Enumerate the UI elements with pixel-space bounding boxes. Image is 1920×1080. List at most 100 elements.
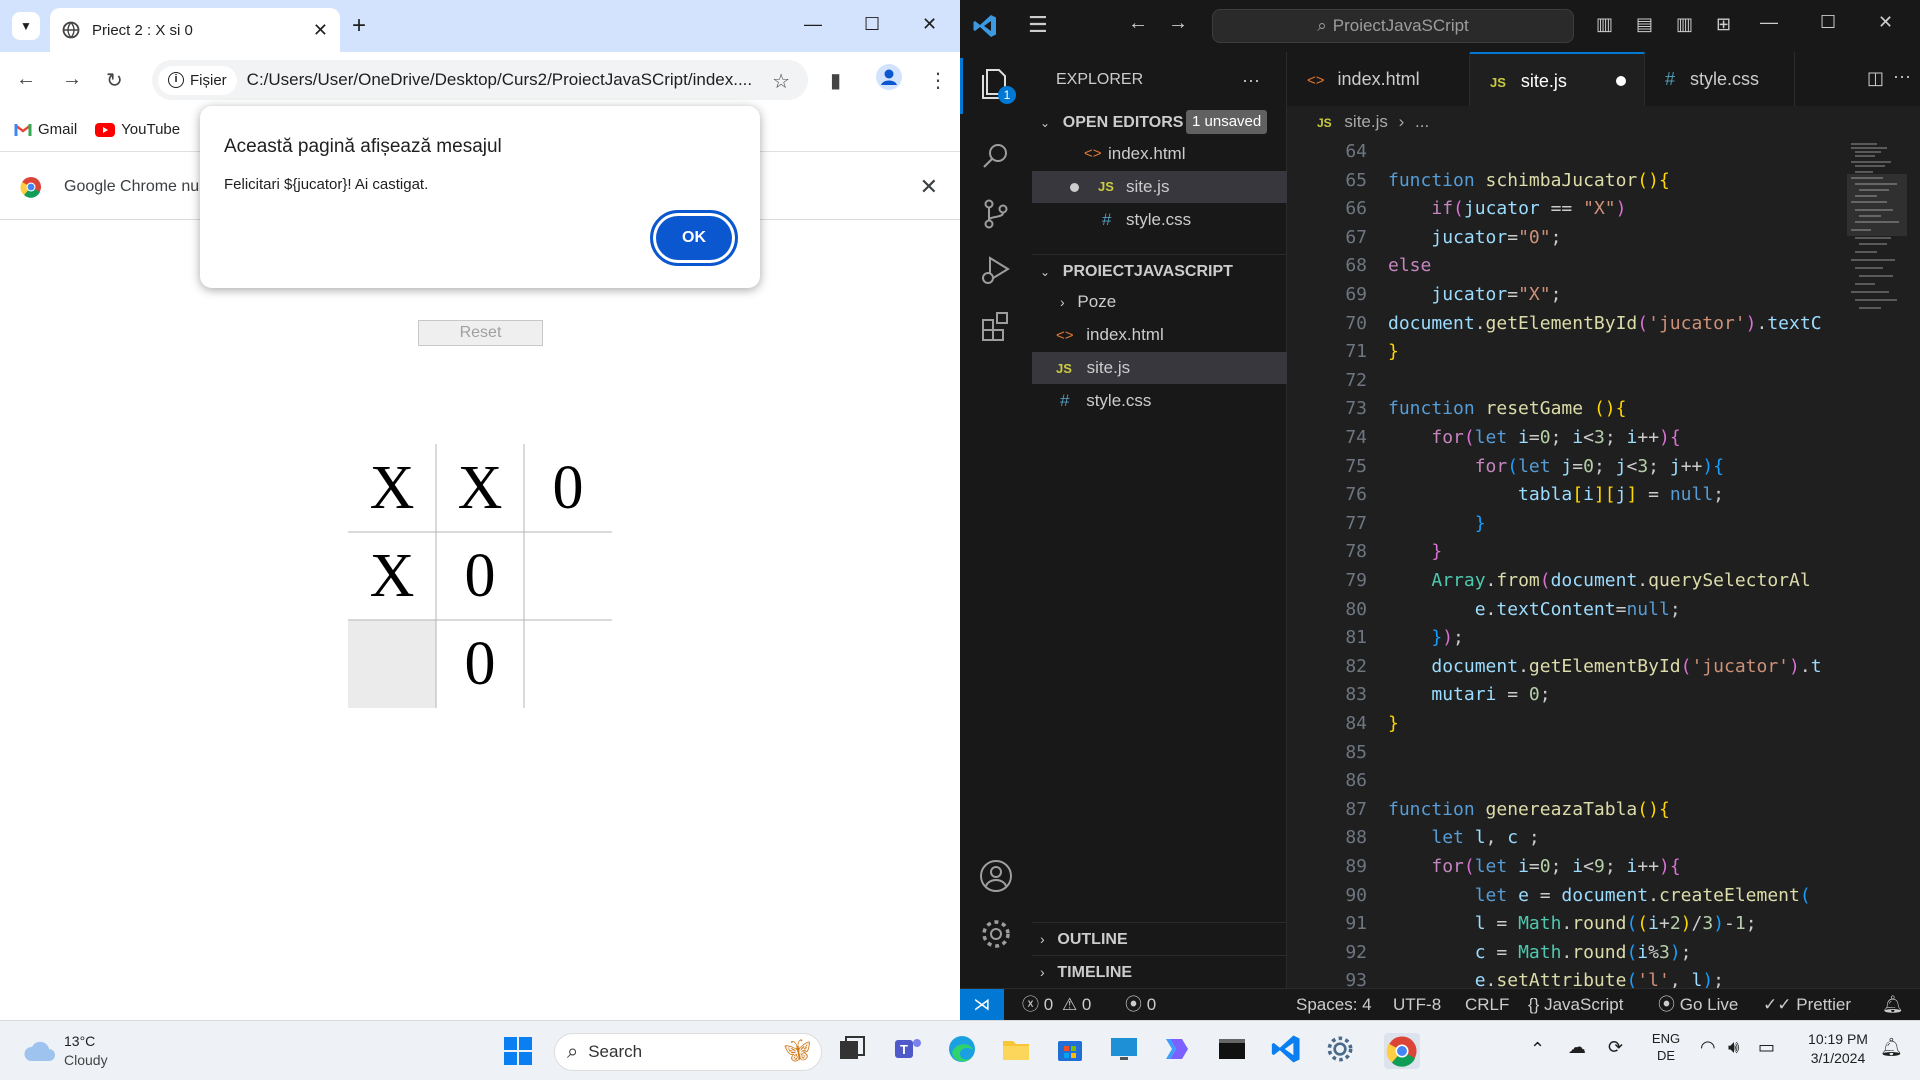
reset-button[interactable]: Reset <box>418 320 543 346</box>
wifi-icon[interactable]: ◠ <box>1700 1037 1716 1058</box>
problems-indicator[interactable]: ⓧ 0 ⚠ 0 <box>1022 989 1091 1020</box>
chrome-taskbar-icon[interactable] <box>1384 1033 1420 1069</box>
code-line[interactable]: 88 let l, c ; <box>1287 824 1847 853</box>
code-line[interactable]: 64 <box>1287 138 1847 167</box>
maximize-button[interactable]: ☐ <box>864 14 880 35</box>
url-text[interactable]: C:/Users/User/OneDrive/Desktop/Curs2/Pro… <box>247 70 757 90</box>
code-line[interactable]: 81 }); <box>1287 624 1847 653</box>
code-line[interactable]: 72 <box>1287 367 1847 396</box>
address-bar[interactable]: i Fișier C:/Users/User/OneDrive/Desktop/… <box>152 60 808 100</box>
code-line[interactable]: 78 } <box>1287 538 1847 567</box>
file-explorer-icon[interactable] <box>1000 1033 1036 1069</box>
indentation-status[interactable]: Spaces: 4 <box>1296 989 1372 1020</box>
customize-layout-icon[interactable]: ⊞ <box>1716 14 1731 35</box>
code-line[interactable]: 67 jucator="0"; <box>1287 224 1847 253</box>
open-editor-item[interactable]: JS site.js <box>1032 171 1287 203</box>
new-tab-button[interactable]: + <box>352 12 366 40</box>
folder-item[interactable]: › Poze <box>1032 286 1287 318</box>
remote-icon[interactable]: ⋊ <box>960 989 1004 1020</box>
bookmark-youtube[interactable]: YouTube <box>95 121 180 138</box>
extensions-icon[interactable] <box>978 308 1014 344</box>
breadcrumb-more[interactable]: ... <box>1415 112 1429 131</box>
taskbar-search[interactable]: ⌕ Search 🦋︎ <box>554 1033 822 1071</box>
code-line[interactable]: 76 tabla[i][j] = null; <box>1287 481 1847 510</box>
code-line[interactable]: 73 function resetGame (){ <box>1287 395 1847 424</box>
accounts-icon[interactable] <box>978 858 1014 894</box>
teams-icon[interactable]: T <box>892 1033 928 1069</box>
battery-icon[interactable]: ▭ <box>1758 1037 1775 1058</box>
project-folder-header[interactable]: ⌄ PROIECTJAVASCRIPT <box>1032 254 1287 286</box>
code-line[interactable]: 79 Array.from(document.querySelectorAl <box>1287 567 1847 596</box>
file-item[interactable]: JS site.js <box>1032 352 1287 384</box>
browser-tab[interactable]: Priect 2 : X si 0 ✕ <box>50 8 340 52</box>
code-line[interactable]: 83 mutari = 0; <box>1287 681 1847 710</box>
open-editor-item[interactable]: # style.css <box>1032 204 1287 236</box>
close-icon[interactable]: ✕ <box>920 174 938 200</box>
code-line[interactable]: 85 <box>1287 739 1847 768</box>
breadcrumb-file[interactable]: site.js <box>1344 112 1387 131</box>
minimap[interactable] <box>1847 138 1907 988</box>
go-live-button[interactable]: ⦿ Go Live <box>1658 989 1738 1020</box>
code-line[interactable]: 69 jucator="X"; <box>1287 281 1847 310</box>
notifications-bell-icon[interactable]: 🔔︎ <box>1880 1037 1903 1058</box>
prettier-status[interactable]: ✓✓ Prettier <box>1763 989 1851 1020</box>
close-window-button[interactable]: ✕ <box>1878 12 1893 33</box>
forward-arrow-icon[interactable]: → <box>62 68 82 91</box>
split-editor-icon[interactable]: ◫ <box>1867 68 1884 89</box>
command-center[interactable]: ⌕ ProiectJavaSCript <box>1212 9 1574 43</box>
code-editor[interactable]: 64 65 function schimbaJucator(){66 if(juca… <box>1287 138 1847 988</box>
board-cell[interactable]: 0 <box>524 444 612 532</box>
outline-header[interactable]: › OUTLINE <box>1032 922 1287 954</box>
more-menu-icon[interactable]: ⋮ <box>928 68 948 93</box>
vscode-taskbar-icon[interactable] <box>1270 1033 1306 1069</box>
edge-browser-icon[interactable] <box>946 1033 982 1069</box>
code-line[interactable]: 87 function genereazaTabla(){ <box>1287 796 1847 825</box>
forward-arrow-icon[interactable]: → <box>1168 12 1188 35</box>
code-line[interactable]: 65 function schimbaJucator(){ <box>1287 167 1847 196</box>
settings-gear-icon[interactable] <box>978 916 1014 952</box>
maximize-button[interactable]: ☐ <box>1820 12 1836 33</box>
open-editors-header[interactable]: ⌄ OPEN EDITORS 1 unsaved <box>1032 106 1287 138</box>
board-cell[interactable]: X <box>348 444 436 532</box>
reload-icon[interactable]: ↻ <box>106 68 123 93</box>
ok-button[interactable]: OK <box>650 210 738 266</box>
encoding-status[interactable]: UTF-8 <box>1393 989 1441 1020</box>
board-cell[interactable] <box>348 620 436 708</box>
open-editor-item[interactable]: <> index.html <box>1032 138 1287 170</box>
code-line[interactable]: 84} <box>1287 710 1847 739</box>
code-line[interactable]: 90 let e = document.createElement( <box>1287 882 1847 911</box>
code-line[interactable]: 82 document.getElementById('jucator').t <box>1287 653 1847 682</box>
minimize-button[interactable]: — <box>1760 12 1778 33</box>
ports-indicator[interactable]: ⦿ 0 <box>1125 989 1156 1020</box>
code-line[interactable]: 75 for(let j=0; j<3; j++){ <box>1287 453 1847 482</box>
code-line[interactable]: 70 document.getElementById('jucator').tex… <box>1287 310 1847 339</box>
code-line[interactable]: 89 for(let i=0; i<9; i++){ <box>1287 853 1847 882</box>
bookmark-gmail[interactable]: Gmail <box>14 121 77 138</box>
code-line[interactable]: 93 e.setAttribute('l', l); <box>1287 967 1847 988</box>
hamburger-menu-icon[interactable]: ☰ <box>1028 12 1048 38</box>
code-line[interactable]: 91 l = Math.round((i+2)/3)-1; <box>1287 910 1847 939</box>
terminal-icon[interactable] <box>1216 1033 1252 1069</box>
close-tab-icon[interactable]: ✕ <box>313 20 328 41</box>
run-debug-icon[interactable] <box>978 252 1014 288</box>
explorer-files-icon[interactable]: 1 <box>978 66 1016 104</box>
file-item[interactable]: # style.css <box>1032 385 1287 417</box>
toggle-secondary-sidebar-icon[interactable]: ▥ <box>1676 14 1693 35</box>
code-line[interactable]: 80 e.textContent=null; <box>1287 596 1847 625</box>
language-mode[interactable]: {} JavaScript <box>1528 989 1623 1020</box>
more-actions-icon[interactable]: ··· <box>1242 64 1260 96</box>
settings-gear-icon[interactable] <box>1324 1033 1360 1069</box>
microsoft-store-icon[interactable] <box>1054 1033 1090 1069</box>
copilot-icon[interactable] <box>1162 1033 1198 1069</box>
language-indicator[interactable]: ENG DE <box>1650 1031 1682 1063</box>
more-actions-icon[interactable]: ··· <box>1893 66 1911 87</box>
tab-index-html[interactable]: <> index.html <box>1287 52 1470 106</box>
onedrive-cloud-icon[interactable]: ☁ <box>1568 1037 1586 1058</box>
tab-search-button[interactable]: ▼ <box>12 12 40 40</box>
board-cell[interactable] <box>524 532 612 620</box>
eol-status[interactable]: CRLF <box>1465 989 1509 1020</box>
task-view-icon[interactable] <box>836 1033 872 1069</box>
file-item[interactable]: <> index.html <box>1032 319 1287 351</box>
board-cell[interactable] <box>524 620 612 708</box>
toggle-sidebar-icon[interactable]: ▥ <box>1596 14 1613 35</box>
